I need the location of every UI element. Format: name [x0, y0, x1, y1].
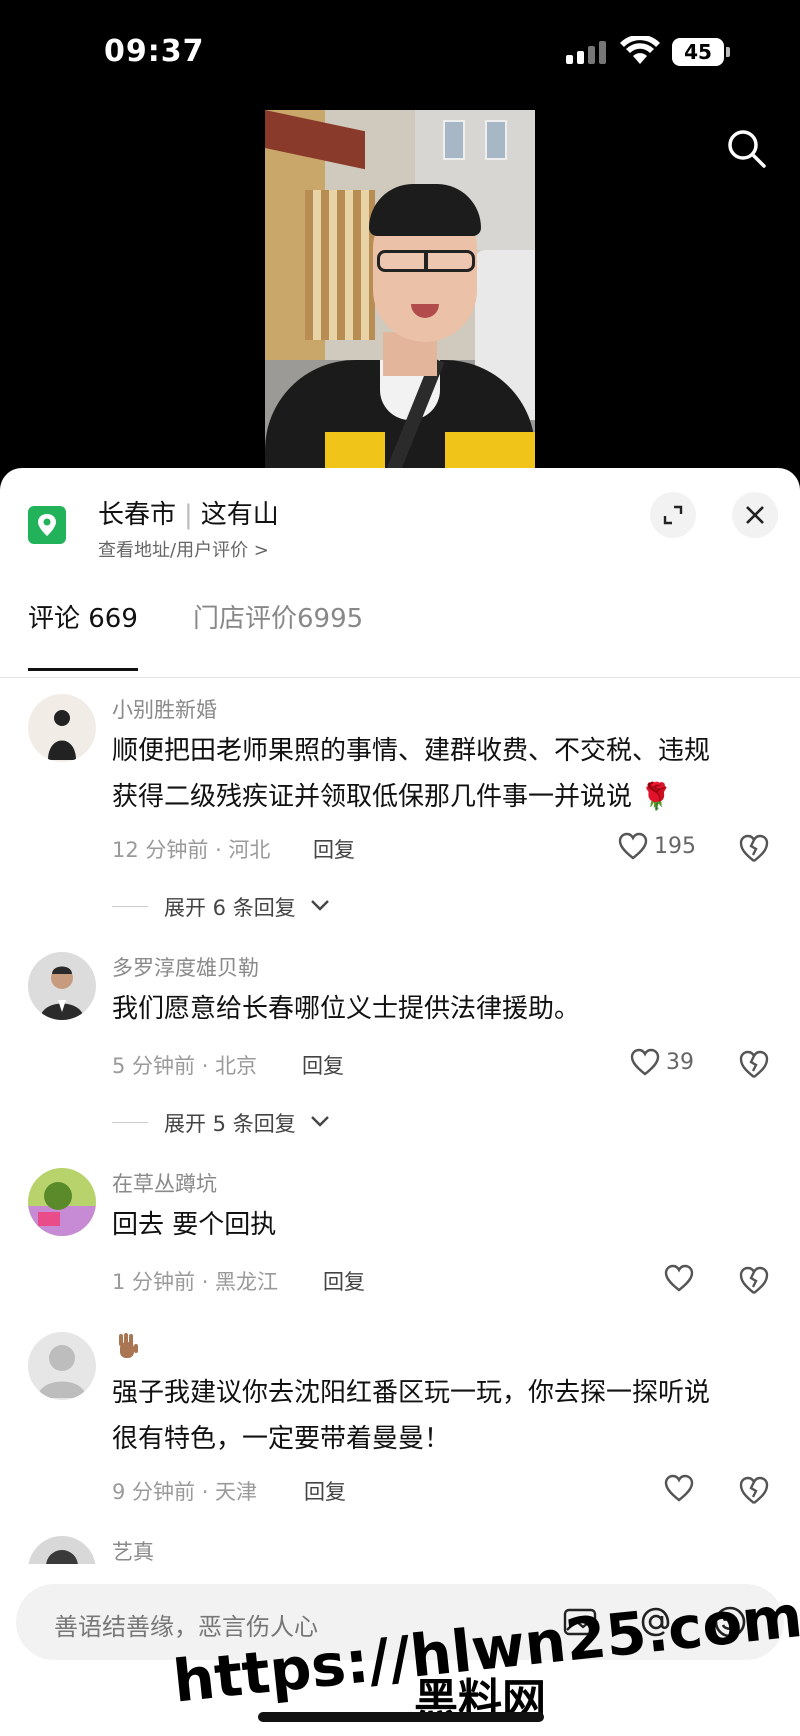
comment-sheet: 长春市 | 这有山 查看地址/用户评价 > 评论 669 门店评价6995 小别胜新…: [0, 468, 800, 1736]
expand-button[interactable]: [650, 492, 696, 538]
battery-level: 45: [672, 38, 724, 66]
reply-button[interactable]: 回复: [302, 1050, 344, 1080]
status-bar: 09:37 45: [0, 0, 800, 110]
tab-comments[interactable]: 评论 669: [28, 598, 138, 635]
avatar[interactable]: [28, 1168, 96, 1236]
expand-replies-button[interactable]: 展开 6 条回复: [112, 892, 412, 922]
comment-meta: 1 分钟前 · 黑龙江: [112, 1270, 279, 1294]
comment-username[interactable]: 在草丛蹲坑: [112, 1168, 217, 1198]
home-indicator[interactable]: [258, 1712, 544, 1722]
expand-replies-button[interactable]: 展开 5 条回复: [112, 1108, 412, 1138]
heart-icon: [618, 832, 648, 860]
hand-emoji-icon: [119, 1333, 138, 1358]
tab-store-reviews[interactable]: 门店评价6995: [193, 598, 363, 635]
video-player[interactable]: [265, 110, 535, 470]
chevron-down-icon: [311, 900, 329, 911]
comment-text: 我们愿意给长春哪位义士提供法律援助。: [112, 994, 581, 1024]
reply-button[interactable]: 回复: [304, 1476, 346, 1506]
like-count: 195: [654, 834, 696, 859]
heart-icon: [664, 1264, 694, 1292]
comment-meta: 9 分钟前 · 天津: [112, 1480, 258, 1504]
tab-bar: 评论 669 门店评价6995: [0, 598, 800, 648]
comment-text: 获得二级残疾证并领取低保那几件事一并说说 🌹: [112, 782, 673, 812]
location-title[interactable]: 长春市 | 这有山: [98, 494, 279, 531]
close-icon: [746, 506, 764, 524]
like-count: 39: [666, 1050, 694, 1075]
search-icon[interactable]: [724, 126, 768, 170]
expand-icon: [663, 505, 683, 525]
like-button[interactable]: 39: [630, 1046, 730, 1080]
comment-text: 回去 要个回执: [112, 1210, 277, 1240]
wifi-icon: [620, 36, 660, 64]
comment-text: 很有特色，一定要带着曼曼！: [112, 1424, 451, 1454]
broken-heart-icon[interactable]: [738, 1048, 770, 1080]
location-icon[interactable]: [28, 506, 66, 544]
location-subtitle-link[interactable]: 查看地址/用户评价 >: [98, 536, 269, 562]
comment-text: 顺便把田老师果照的事情、建群收费、不交税、违规: [112, 736, 711, 766]
heart-icon: [664, 1474, 694, 1502]
chevron-down-icon: [311, 1116, 329, 1127]
expand-replies-label: 展开 5 条回复: [164, 1112, 296, 1136]
comment-meta: 12 分钟前 · 河北: [112, 838, 271, 862]
avatar[interactable]: [28, 694, 96, 762]
reply-button[interactable]: 回复: [313, 834, 355, 864]
comment-meta: 5 分钟前 · 北京: [112, 1054, 258, 1078]
comment-text: 强子我建议你去沈阳红番区玩一玩，你去探一探听说: [112, 1378, 711, 1408]
broken-heart-icon[interactable]: [738, 1264, 770, 1296]
close-button[interactable]: [732, 492, 778, 538]
heart-icon: [630, 1048, 660, 1076]
expand-replies-label: 展开 6 条回复: [164, 896, 296, 920]
comment-username[interactable]: 小别胜新婚: [112, 694, 217, 724]
location-city: 长春市: [98, 500, 177, 530]
avatar[interactable]: [28, 1332, 96, 1400]
comment-username[interactable]: 多罗淳度雄贝勒: [112, 952, 259, 982]
broken-heart-icon[interactable]: [738, 832, 770, 864]
divider: [0, 677, 800, 678]
reply-button[interactable]: 回复: [323, 1266, 365, 1296]
comment-username[interactable]: 艺真: [112, 1536, 154, 1566]
status-time: 09:37: [104, 34, 205, 69]
location-place: 这有山: [200, 500, 279, 530]
battery-icon: 45: [672, 38, 730, 66]
cellular-signal-icon: [566, 40, 610, 64]
broken-heart-icon[interactable]: [738, 1474, 770, 1506]
tab-active-indicator: [28, 668, 138, 671]
comment-input-bar: 善语结善缘，恶言伤人心 https://hlwn25.com 黑料网: [0, 1564, 800, 1736]
avatar[interactable]: [28, 952, 96, 1020]
like-button[interactable]: 195: [618, 830, 718, 864]
